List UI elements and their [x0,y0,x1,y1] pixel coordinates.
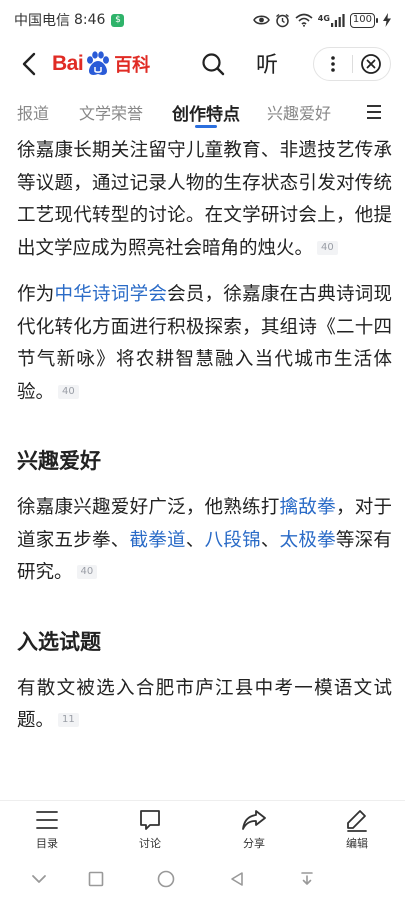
paragraph-text: 、 [185,529,205,551]
mini-program-capsule [313,47,391,81]
section-title-hobbies: 兴趣爱好 [17,449,101,473]
tab-label: 创作特点 [172,104,240,125]
status-right: 4G 100 [252,12,391,28]
menu-line [367,117,381,119]
nav-collapse-button[interactable] [28,868,50,890]
tab-label: 报道 [17,104,50,123]
paragraph-poetry: 作为中华诗词学会会员，徐嘉康在古典诗词现代化转化方面进行积极探索，其组诗《二十四… [17,279,392,409]
menu-line [367,111,381,113]
reference-badge[interactable]: 40 [317,240,338,255]
clock: 8:46 [74,12,106,28]
toolbar-discuss-button[interactable]: 讨论 [120,807,180,853]
link-jeet-kune-do[interactable]: 截拳道 [130,530,186,551]
battery-indicator: 100 [349,12,379,28]
search-button[interactable] [200,51,226,77]
signal-icon: 4G [317,13,345,27]
tab-hobbies[interactable]: 兴趣爱好 [267,92,331,132]
paragraph-text: 徐嘉康兴趣爱好广泛，他熟练打 [17,497,280,518]
close-button[interactable] [352,48,390,80]
reference-badge[interactable]: 11 [58,713,79,727]
reference-badge[interactable]: 40 [58,384,79,399]
toolbar-edit-button[interactable]: 编辑 [327,807,387,853]
system-nav-bar [0,858,405,900]
paragraph-selected-exams: 有散文被选入合肥市庐江县中考一模语文试题。 11 [17,673,392,738]
alarm-icon [275,13,290,28]
list-icon [34,807,60,833]
nav-home-button[interactable] [155,868,177,890]
baidu-baike-logo: Bai 百科 [52,47,150,81]
bottom-toolbar: 目录 讨论 分享 编辑 [0,800,405,858]
nav-download-button[interactable] [296,868,318,890]
close-circle-icon [361,54,382,74]
nav-recents-button[interactable] [85,868,107,890]
circle-icon [157,870,175,888]
toolbar-label: 分享 [243,837,265,850]
chevron-left-icon [22,52,36,76]
section-tabs: 报道 文学荣誉 创作特点 兴趣爱好 [0,92,405,132]
app-notification-icon: $ [111,13,125,27]
section-title-selected-exams: 入选试题 [17,629,101,654]
tabs-menu-button[interactable] [362,100,388,124]
square-icon [88,871,104,887]
article-content: 徐嘉康长期关注留守儿童教育、非遗技艺传承等议题，通过记录人物的生存状态引发对传统… [17,132,392,738]
edit-icon [344,807,370,833]
paragraph-hobbies: 徐嘉康兴趣爱好广泛，他熟练打擒敌拳，对于道家五步拳、截拳道、八段锦、太极拳等深有… [17,492,392,590]
triangle-back-icon [231,872,243,886]
paw-icon [87,51,110,75]
carrier-label: 中国电信 [14,13,70,29]
toolbar-label: 讨论 [139,837,161,850]
search-icon [202,53,225,76]
tab-literary-honors[interactable]: 文学荣誉 [79,92,143,132]
logo-text-bai: Bai [52,52,84,75]
toolbar-label: 目录 [36,837,58,850]
toolbar-share-button[interactable]: 分享 [224,807,284,853]
paragraph-text: 、 [260,529,280,551]
status-left: 中国电信 8:46 $ [14,10,125,30]
download-icon [301,872,313,885]
back-button[interactable] [16,50,42,78]
tab-label: 兴趣爱好 [267,104,332,123]
menu-line [367,105,381,107]
toolbar-catalog-button[interactable]: 目录 [17,807,77,853]
link-taijiquan[interactable]: 太极拳 [280,530,336,551]
link-qindiquan[interactable]: 擒敌拳 [280,497,336,518]
tab-creative-features[interactable]: 创作特点 [172,92,240,132]
listen-button[interactable]: 听 [256,48,278,78]
nav-back-button[interactable] [226,868,248,890]
chevron-down-icon [32,875,46,883]
eye-icon [252,14,270,26]
link-baduanjin[interactable]: 八段锦 [205,530,261,551]
more-vertical-icon [330,56,335,72]
toolbar-label: 编辑 [346,837,368,850]
paragraph-text: 作为 [17,284,55,305]
reference-badge[interactable]: 40 [76,565,98,579]
network-type-label: 4G [317,13,330,23]
tab-label: 文学荣誉 [79,104,144,123]
paragraph-creative-themes: 徐嘉康长期关注留守儿童教育、非遗技艺传承等议题，通过记录人物的生存状态引发对传统… [17,135,392,265]
status-bar: 中国电信 8:46 $ 4G 100 [0,0,405,40]
charging-icon [383,13,391,27]
tab-report[interactable]: 报道 [17,92,49,132]
wifi-icon [295,13,313,27]
top-bar: Bai 百科 听 [0,40,405,88]
link-china-poetry-society[interactable]: 中华诗词学会 [55,284,168,305]
chat-icon [137,807,163,833]
active-tab-indicator [195,125,217,128]
battery-level: 100 [352,14,372,25]
share-icon [241,807,267,833]
more-button[interactable] [314,48,352,80]
logo-text-baike: 百科 [114,55,151,76]
